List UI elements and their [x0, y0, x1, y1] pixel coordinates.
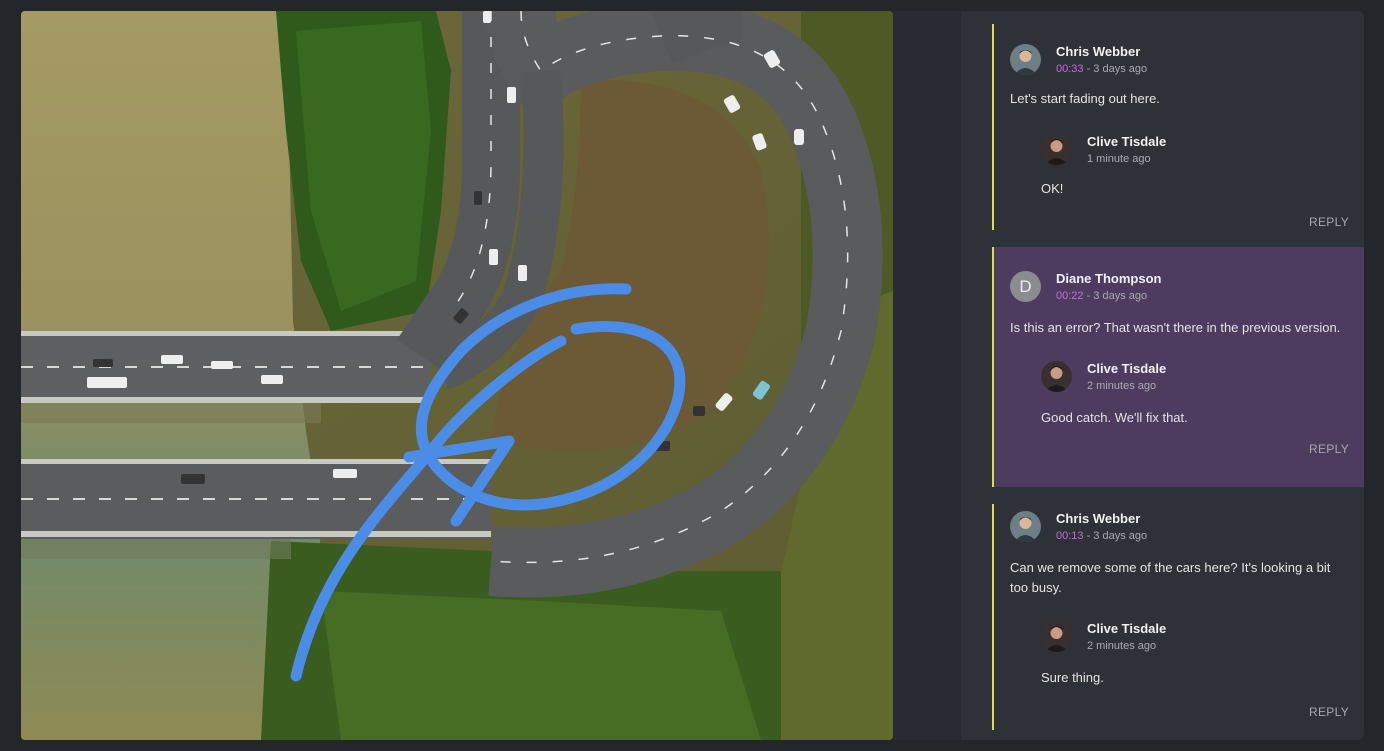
comment-thread[interactable]: Chris Webber 00:33 - 3 days ago Let's st… [992, 24, 1364, 230]
timecode-link[interactable]: 00:33 [1056, 63, 1084, 75]
comment-text: Is this an error? That wasn't there in t… [1010, 320, 1341, 335]
comment-age: - 3 days ago [1083, 530, 1148, 542]
timecode-link[interactable]: 00:13 [1056, 530, 1084, 542]
reply-button[interactable]: REPLY [1309, 705, 1349, 719]
comment-author[interactable]: Chris Webber [1056, 511, 1140, 526]
comment-author[interactable]: Diane Thompson [1056, 271, 1161, 286]
clive-avatar [1041, 621, 1072, 652]
reply-text: Good catch. We'll fix that. [1041, 410, 1188, 425]
diane-avatar: D [1010, 271, 1041, 302]
reply-button[interactable]: REPLY [1309, 442, 1349, 456]
comment-meta: 00:22 - 3 days ago [1056, 290, 1147, 302]
aerial-interchange-image [21, 11, 893, 740]
reply-text: OK! [1041, 181, 1064, 196]
comment-age: - 3 days ago [1083, 63, 1148, 75]
clive-avatar [1041, 134, 1072, 165]
reply-age: 2 minutes ago [1087, 380, 1157, 392]
comment-meta: 00:13 - 3 days ago [1056, 530, 1147, 542]
clive-avatar [1041, 361, 1072, 392]
reply-age: 2 minutes ago [1087, 640, 1157, 652]
thread-marker [992, 247, 994, 487]
comment-age: - 3 days ago [1083, 290, 1148, 302]
thread-marker [992, 504, 994, 730]
reply-author[interactable]: Clive Tisdale [1087, 134, 1166, 149]
reply-button[interactable]: REPLY [1309, 215, 1349, 229]
chris-avatar [1010, 44, 1041, 75]
comment-thread-active[interactable]: D Diane Thompson 00:22 - 3 days ago Is t… [992, 247, 1364, 487]
reply-text: Sure thing. [1041, 670, 1104, 685]
comment-text: Can we remove some of the cars here? It'… [1010, 560, 1331, 595]
viewer-gutter [893, 11, 961, 740]
comment-thread[interactable]: Chris Webber 00:13 - 3 days ago Can we r… [992, 504, 1364, 730]
reply-author[interactable]: Clive Tisdale [1087, 361, 1166, 376]
reply-age: 1 minute ago [1087, 153, 1151, 165]
video-frame-viewer[interactable] [21, 11, 893, 740]
thread-marker [992, 24, 994, 230]
comment-meta: 00:33 - 3 days ago [1056, 63, 1147, 75]
reply-author[interactable]: Clive Tisdale [1087, 621, 1166, 636]
comment-author[interactable]: Chris Webber [1056, 44, 1140, 59]
chris-avatar [1010, 511, 1041, 542]
comment-text: Let's start fading out here. [1010, 91, 1160, 106]
timecode-link[interactable]: 00:22 [1056, 290, 1084, 302]
comments-panel[interactable]: Chris Webber 00:33 - 3 days ago Let's st… [961, 11, 1364, 740]
